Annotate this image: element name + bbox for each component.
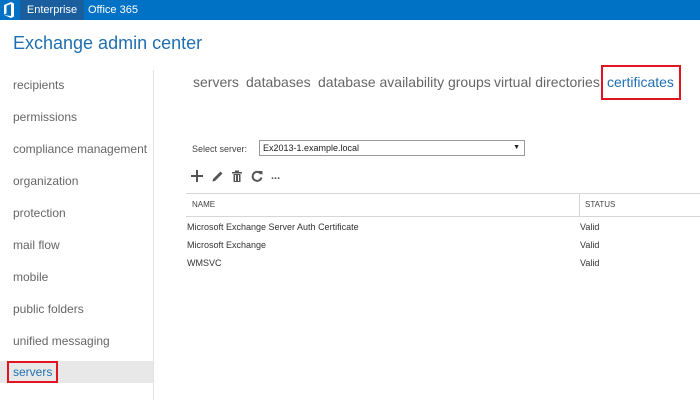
tab-virtual-directories[interactable]: virtual directories (494, 74, 600, 90)
column-header-name[interactable]: NAME (192, 194, 215, 216)
nav-item-recipients[interactable]: recipients (0, 74, 153, 96)
nav-item-compliance-management[interactable]: compliance management (0, 138, 153, 160)
add-icon[interactable] (190, 169, 206, 185)
tab-database-availability-groups[interactable]: database availability groups (318, 74, 491, 90)
tab-servers[interactable]: servers (193, 74, 239, 90)
left-navigation: recipients permissions compliance manage… (0, 70, 154, 400)
table-row[interactable]: Microsoft Exchange Server Auth Certifica… (186, 218, 700, 236)
cell-status: Valid (580, 258, 600, 268)
delete-icon[interactable] (230, 169, 246, 185)
nav-item-mail-flow[interactable]: mail flow (0, 234, 153, 256)
cell-status: Valid (580, 240, 600, 250)
table-header: NAME STATUS (186, 193, 700, 217)
server-select-value: Ex2013-1.example.local (263, 143, 360, 153)
nav-item-permissions[interactable]: permissions (0, 106, 153, 128)
tab-databases[interactable]: databases (246, 74, 311, 90)
select-server-label: Select server: (192, 144, 248, 154)
nav-item-protection[interactable]: protection (0, 202, 153, 224)
column-divider[interactable] (579, 194, 580, 216)
dropdown-arrow-icon: ▼ (513, 144, 520, 151)
app-office-365[interactable]: Office 365 (88, 0, 138, 20)
table-row[interactable]: Microsoft Exchange Valid (186, 236, 700, 254)
top-bar: Enterprise Office 365 (0, 0, 700, 20)
nav-item-public-folders[interactable]: public folders (0, 298, 153, 320)
tab-certificates-highlight (601, 65, 681, 100)
server-select[interactable]: Ex2013-1.example.local ▼ (259, 140, 525, 156)
office-logo-icon[interactable] (3, 2, 15, 18)
app-enterprise[interactable]: Enterprise (20, 0, 84, 20)
nav-item-servers[interactable]: servers (0, 361, 153, 383)
nav-item-mobile[interactable]: mobile (0, 266, 153, 288)
cell-name: Microsoft Exchange (187, 240, 267, 250)
cell-status: Valid (580, 222, 600, 232)
more-icon[interactable]: ... (271, 169, 287, 185)
page-title: Exchange admin center (13, 33, 203, 53)
cell-name: WMSVC (187, 258, 222, 268)
column-header-status[interactable]: STATUS (585, 194, 615, 216)
edit-icon[interactable] (211, 169, 227, 185)
refresh-icon[interactable] (250, 169, 266, 185)
nav-item-organization[interactable]: organization (0, 170, 153, 192)
cell-name: Microsoft Exchange Server Auth Certifica… (187, 222, 359, 232)
table-row[interactable]: WMSVC Valid (186, 254, 700, 272)
nav-item-unified-messaging[interactable]: unified messaging (0, 330, 153, 352)
